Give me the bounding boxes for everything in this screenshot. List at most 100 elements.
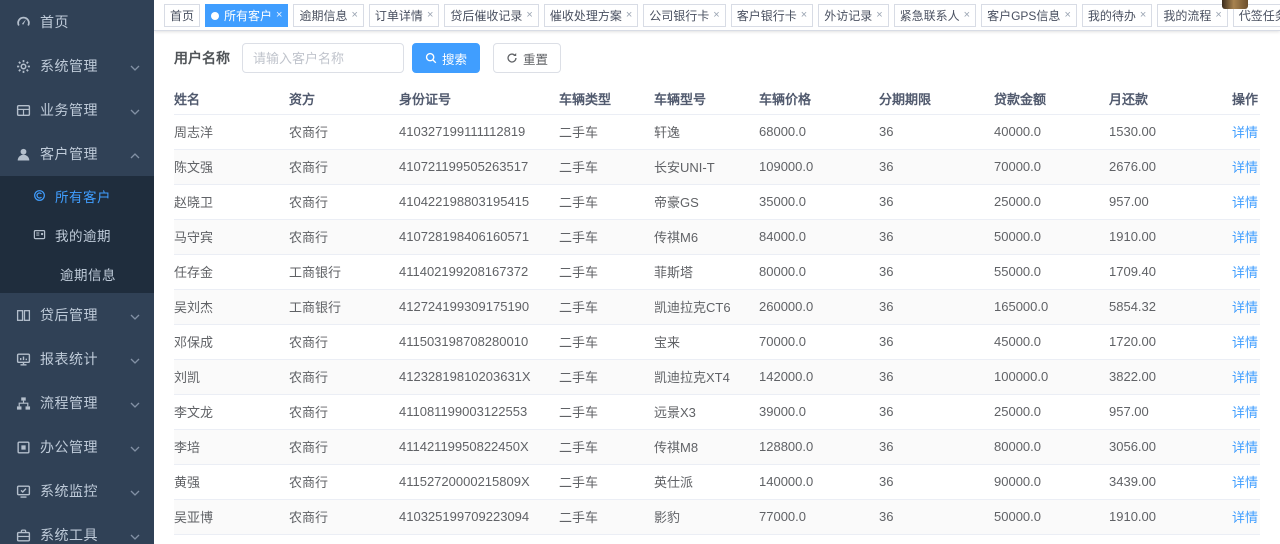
table-cell: 70000.0 (994, 149, 1109, 184)
table-cell: 传祺M6 (654, 219, 759, 254)
detail-link[interactable]: 详情 (1232, 405, 1258, 420)
table-row: 刘凯农商行41232819810203631X二手车凯迪拉克XT4142000.… (174, 359, 1260, 394)
close-icon[interactable]: × (801, 10, 807, 21)
table-cell: 凯迪拉克XT4 (654, 359, 759, 394)
close-icon[interactable]: × (876, 10, 882, 21)
table-row: 农商行二手车详情 (174, 534, 1260, 544)
close-icon[interactable]: × (626, 10, 632, 21)
chevron-up-icon (130, 146, 140, 162)
sidebar-subitem-我的逾期[interactable]: 我的逾期 (0, 215, 154, 254)
search-button[interactable]: 搜索 (412, 43, 480, 73)
table-cell: 411503198708280010 (399, 324, 559, 359)
table-cell-action: 详情 (1209, 149, 1260, 184)
sidebar-item-报表统计[interactable]: 报表统计 (0, 337, 154, 381)
sidebar-item-系统管理[interactable]: 系统管理 (0, 44, 154, 88)
close-icon[interactable]: × (964, 10, 970, 21)
table-cell (759, 534, 879, 544)
sidebar-item-首页[interactable]: 首页 (0, 0, 154, 44)
tab-label: 代签任务 (1239, 7, 1280, 24)
sidebar-subitem-逾期信息[interactable]: 逾期信息 (0, 254, 154, 293)
tab-贷后催收记录[interactable]: 贷后催收记录× (444, 4, 538, 27)
sidebar-item-业务管理[interactable]: 业务管理 (0, 88, 154, 132)
sidebar-item-客户管理[interactable]: 客户管理 (0, 132, 154, 176)
table-cell: 412724199309175190 (399, 289, 559, 324)
sidebar-item-系统工具[interactable]: 系统工具 (0, 513, 154, 544)
table-cell: 长安UNI-T (654, 149, 759, 184)
customers-table: 姓名资方身份证号车辆类型车辆型号车辆价格分期期限贷款金额月还款操作 周志洋农商行… (174, 84, 1260, 544)
table-cell: 吴刘杰 (174, 289, 289, 324)
table-row: 吴亚博农商行410325199709223094二手车影豹77000.03650… (174, 499, 1260, 534)
table-cell: 260000.0 (759, 289, 879, 324)
detail-link[interactable]: 详情 (1232, 335, 1258, 350)
gear-icon (15, 58, 31, 74)
table-cell: 410728198406160571 (399, 219, 559, 254)
tab-label: 客户GPS信息 (987, 7, 1060, 24)
detail-link[interactable]: 详情 (1232, 300, 1258, 315)
tab-label: 催收处理方案 (550, 7, 622, 24)
table-cell-action: 详情 (1209, 289, 1260, 324)
monitor-icon (15, 483, 31, 499)
table-cell: 农商行 (289, 534, 399, 544)
tab-我的待办[interactable]: 我的待办× (1082, 4, 1152, 27)
sidebar-item-流程管理[interactable]: 流程管理 (0, 381, 154, 425)
reset-button[interactable]: 重置 (493, 43, 561, 73)
table-cell: 410325199709223094 (399, 499, 559, 534)
avatar[interactable] (1222, 0, 1248, 9)
table-cell: 3056.00 (1109, 429, 1209, 464)
search-input[interactable] (242, 43, 404, 73)
tab-所有客户[interactable]: 所有客户× (205, 4, 288, 27)
detail-link[interactable]: 详情 (1232, 265, 1258, 280)
detail-link[interactable]: 详情 (1232, 160, 1258, 175)
close-icon[interactable]: × (427, 10, 433, 21)
tab-我的流程[interactable]: 我的流程× (1157, 4, 1227, 27)
table-cell: 二手车 (559, 429, 654, 464)
table-header-row: 姓名资方身份证号车辆类型车辆型号车辆价格分期期限贷款金额月还款操作 (174, 84, 1260, 114)
close-icon[interactable]: × (1215, 10, 1221, 21)
detail-link[interactable]: 详情 (1232, 475, 1258, 490)
table-cell: 二手车 (559, 149, 654, 184)
table-cell: 传祺M8 (654, 429, 759, 464)
my-overdue-icon (31, 227, 47, 243)
detail-link[interactable]: 详情 (1232, 195, 1258, 210)
tab-公司银行卡[interactable]: 公司银行卡× (643, 4, 725, 27)
tab-催收处理方案[interactable]: 催收处理方案 × (544, 4, 638, 27)
sidebar-item-系统监控[interactable]: 系统监控 (0, 469, 154, 513)
close-icon[interactable]: × (526, 10, 532, 21)
close-icon[interactable]: × (276, 10, 282, 21)
detail-link[interactable]: 详情 (1232, 230, 1258, 245)
main-area: 首页所有客户×逾期信息×订单详情×贷后催收记录×催收处理方案×公司银行卡×客户银… (154, 0, 1280, 544)
detail-link[interactable]: 详情 (1232, 125, 1258, 140)
table-cell: 140000.0 (759, 464, 879, 499)
tab-紧急联系人[interactable]: 紧急联系人 × (894, 4, 976, 27)
table-cell: 36 (879, 149, 994, 184)
tab-外访记录[interactable]: 外访记录× (818, 4, 888, 27)
table-cell: 影豹 (654, 499, 759, 534)
search-button-label: 搜索 (442, 49, 467, 68)
table-cell: 李文龙 (174, 394, 289, 429)
table-cell: 陈文强 (174, 149, 289, 184)
sidebar-subitem-所有客户[interactable]: 所有客户 (0, 176, 154, 215)
table-cell: 农商行 (289, 184, 399, 219)
close-icon[interactable]: × (1064, 10, 1070, 21)
process-icon (15, 395, 31, 411)
detail-link[interactable]: 详情 (1232, 440, 1258, 455)
close-icon[interactable]: × (1140, 10, 1146, 21)
tab-客户GPS信息[interactable]: 客户GPS信息 × (981, 4, 1077, 27)
close-icon[interactable]: × (713, 10, 719, 21)
table-cell: 36 (879, 254, 994, 289)
table-cell: 41232819810203631X (399, 359, 559, 394)
tab-订单详情[interactable]: 订单详情× (369, 4, 439, 27)
detail-link[interactable]: 详情 (1232, 370, 1258, 385)
sidebar-item-办公管理[interactable]: 办公管理 (0, 425, 154, 469)
table-cell: 36 (879, 324, 994, 359)
tab-首页[interactable]: 首页 (164, 4, 200, 27)
tab-label: 紧急联系人 (900, 7, 960, 24)
table-cell: 二手车 (559, 499, 654, 534)
tab-客户银行卡[interactable]: 客户银行卡× (731, 4, 813, 27)
close-icon[interactable]: × (351, 10, 357, 21)
table-row: 李培农商行41142119950822450X二手车传祺M8128800.036… (174, 429, 1260, 464)
tab-逾期信息[interactable]: 逾期信息× (293, 4, 363, 27)
detail-link[interactable]: 详情 (1232, 510, 1258, 525)
sidebar-item-贷后管理[interactable]: 贷后管理 (0, 293, 154, 337)
office-icon (15, 439, 31, 455)
